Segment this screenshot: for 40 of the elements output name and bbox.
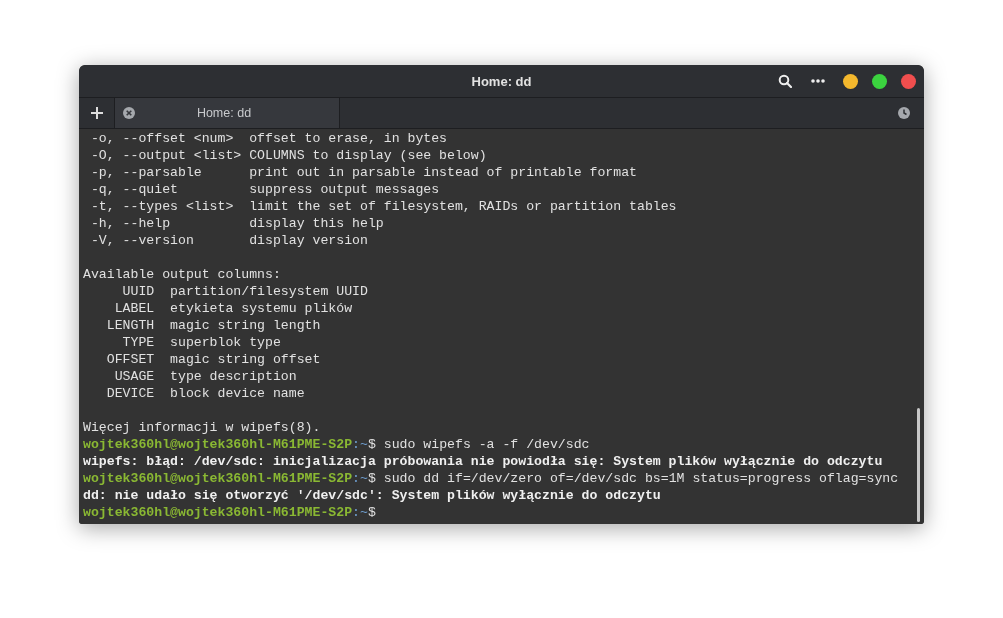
terminal-line: -h, --help display this help — [89, 215, 385, 232]
command-text: sudo wipefs -a -f /dev/sdc — [382, 437, 590, 452]
prompt-user-host: wojtek360hl@wojtek360hl-M61PME-S2P — [83, 471, 353, 486]
prompt-path: :~ — [352, 505, 368, 520]
window-control-button[interactable] — [901, 73, 916, 89]
terminal-line: UUID partition/filesystem UUID — [121, 283, 369, 300]
terminal-line: -V, --version display version — [89, 232, 369, 249]
terminal-line: DEVICE block device name — [105, 385, 306, 402]
prompt-symbol: $ — [367, 505, 376, 520]
command-text: sudo dd if=/dev/zero of=/dev/sdc bs=1M status=progress oflag=sync — [382, 471, 899, 486]
prompt-user-host: wojtek360hl@wojtek360hl-M61PME-S2P — [83, 437, 353, 452]
tab[interactable]: Home: dd — [114, 98, 340, 128]
window-title: Home: dd — [471, 73, 532, 89]
terminal-line: -o, --offset <num> offset to erase, in bytes — [89, 130, 449, 147]
menu-icon[interactable] — [811, 79, 825, 83]
clock-icon[interactable] — [898, 107, 910, 119]
terminal-line: -p, --parsable print out in parsable instead of printable format — [89, 164, 638, 181]
search-icon[interactable] — [778, 74, 792, 88]
error-message: wipefs: błąd: /dev/sdc: inicjalizacja próbowania nie powiodła się: System plików wyłącznie do odczytu — [83, 453, 884, 470]
prompt-symbol: $ — [367, 471, 376, 486]
prompt-symbol: $ — [367, 437, 376, 452]
new-tab-icon[interactable] — [90, 107, 103, 119]
terminal-line: LABEL etykieta systemu plików — [113, 300, 354, 317]
terminal-line: LENGTH magic string length — [105, 317, 322, 334]
terminal-line: -t, --types <list> limit the set of filesystem, RAIDs or partition tables — [89, 198, 678, 215]
error-message: dd: nie udało się otworzyć '/dev/sdc': System plików wyłącznie do odczytu — [83, 487, 662, 504]
close-tab-icon[interactable] — [123, 107, 135, 119]
terminal-line: -O, --output <list> COLUMNS to display (see below) — [89, 147, 488, 164]
terminal-line: TYPE superblok type — [121, 334, 282, 351]
window-control-button[interactable] — [843, 73, 858, 89]
terminal-line: Więcej informacji w wipefs(8). — [83, 419, 322, 436]
prompt-user-host: wojtek360hl@wojtek360hl-M61PME-S2P — [83, 505, 353, 520]
terminal-line: USAGE type description — [113, 368, 298, 385]
window-control-button[interactable] — [872, 73, 887, 89]
terminal-line: -q, --quiet suppress output messages — [89, 181, 441, 198]
terminal-line: Available output columns: — [83, 266, 282, 283]
prompt-path: :~ — [352, 437, 368, 452]
prompt-path: :~ — [352, 471, 368, 486]
terminal-line: OFFSET magic string offset — [105, 351, 322, 368]
scrollbar-thumb[interactable] — [917, 408, 920, 522]
